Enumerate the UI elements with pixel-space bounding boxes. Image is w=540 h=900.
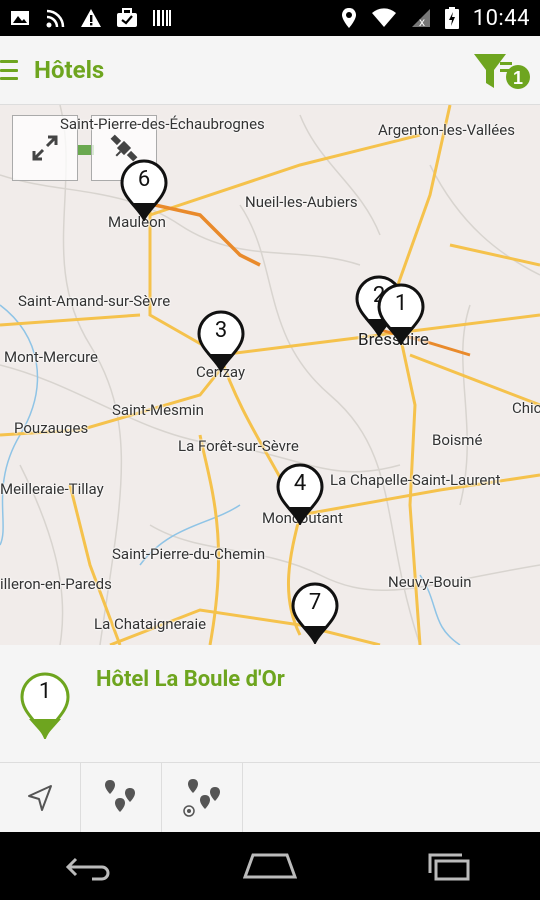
town-label: Nueil-les-Aubiers <box>245 193 358 211</box>
system-nav-bar <box>0 832 540 900</box>
town-label: La Chapelle-Saint-Laurent <box>330 471 501 489</box>
recent-apps-icon[interactable] <box>426 851 476 881</box>
map-marker[interactable]: 4 <box>276 463 324 527</box>
marker-number: 1 <box>394 291 408 316</box>
hotel-name[interactable]: Hôtel La Boule d'Or <box>96 667 285 692</box>
marker-number: 7 <box>308 590 322 615</box>
multiple-pins-icon <box>105 780 135 812</box>
town-label: Argenton-les-Vallées <box>378 121 515 139</box>
svg-text:x: x <box>419 15 425 28</box>
town-label: Boismé <box>432 431 483 449</box>
marker-number: 1 <box>38 679 52 704</box>
navigation-arrow-icon <box>28 785 52 811</box>
marker-number: 3 <box>214 318 228 343</box>
home-icon[interactable] <box>242 851 297 881</box>
map-marker[interactable]: 3 <box>197 310 245 374</box>
town-label: Chic <box>512 399 540 417</box>
hotel-detail-panel[interactable]: 1 Hôtel La Boule d'Or <box>0 645 540 763</box>
location-icon <box>341 8 356 28</box>
wifi-signal-icon <box>46 9 65 28</box>
town-label: La Forêt-sur-Sèvre <box>178 437 299 455</box>
filter-button[interactable]: 1 <box>472 52 532 92</box>
map-roads <box>0 105 540 645</box>
marker-number: 4 <box>293 471 307 496</box>
show-all-markers-button[interactable] <box>81 763 162 833</box>
filter-count-badge: 1 <box>513 68 523 88</box>
page-title: Hôtels <box>34 56 105 84</box>
map-marker[interactable]: 6 <box>120 159 168 223</box>
image-icon <box>11 11 29 25</box>
map-view[interactable]: Saint-Pierre-des-Échaubrognes Argenton-l… <box>0 105 540 645</box>
app-bar: Hôtels 1 <box>0 36 540 105</box>
selected-marker: 1 <box>20 669 70 741</box>
map-toolbar <box>0 763 540 833</box>
clock: 10:44 <box>472 5 530 31</box>
back-icon[interactable] <box>64 851 114 881</box>
town-label: Saint-Mesmin <box>112 401 204 419</box>
no-signal-icon: x <box>411 9 430 28</box>
town-label: Neuvy-Bouin <box>388 573 472 591</box>
town-label: Pouzauges <box>14 419 89 437</box>
markers-near-me-button[interactable] <box>162 763 243 833</box>
barcode-icon <box>153 10 171 26</box>
town-label: La Chataigneraie <box>94 615 207 633</box>
expand-icon <box>32 135 58 161</box>
town-label: Saint-Pierre-du-Chemin <box>112 545 266 563</box>
warning-icon <box>81 9 101 27</box>
town-label: Meilleraie-Tillay <box>0 480 104 498</box>
briefcase-check-icon <box>117 8 137 27</box>
town-label: Saint-Amand-sur-Sèvre <box>18 292 171 310</box>
map-marker[interactable]: 7 <box>291 582 339 645</box>
navigate-button[interactable] <box>0 763 81 833</box>
battery-icon <box>444 7 459 29</box>
town-label: Mont-Mercure <box>4 348 98 366</box>
town-label: illeron-en-Pareds <box>0 575 112 593</box>
menu-icon[interactable] <box>0 60 18 80</box>
town-label: Saint-Pierre-des-Échaubrognes <box>60 115 265 133</box>
map-marker[interactable]: 1 <box>377 283 425 347</box>
marker-number: 6 <box>137 167 151 192</box>
wifi-icon <box>371 8 396 27</box>
pins-around-location-icon <box>183 779 220 817</box>
status-bar: x 10:44 <box>0 0 540 36</box>
